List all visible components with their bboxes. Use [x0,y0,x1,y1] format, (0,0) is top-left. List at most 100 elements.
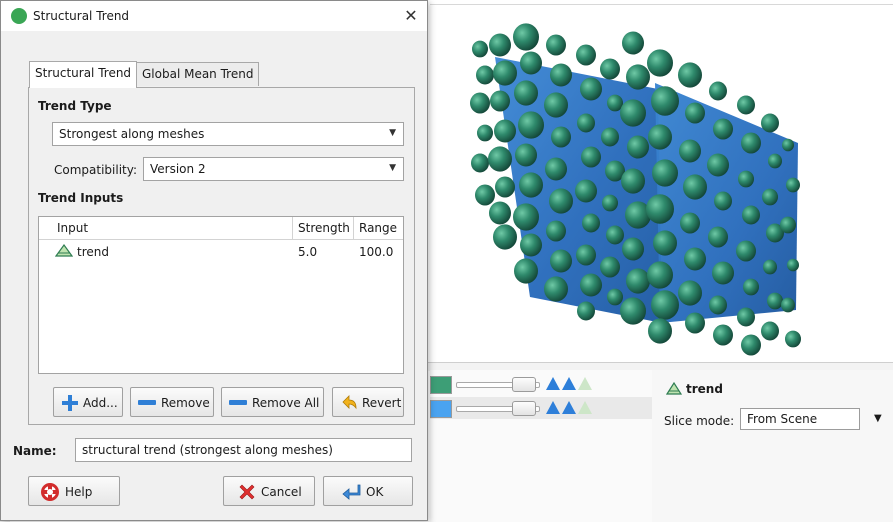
sphere-marker [471,153,489,173]
sphere-marker [646,194,674,224]
column-header-input[interactable]: Input [57,221,88,235]
sphere-marker [602,194,618,212]
sphere-marker [477,124,493,142]
enter-arrow-icon [342,484,361,500]
sphere-marker [620,99,646,127]
sphere-marker [737,95,755,115]
table-header: Input Strength Range [39,217,403,240]
slice-mode-select[interactable]: From Scene [740,408,860,430]
slider-thumb[interactable] [512,377,536,392]
trend-icon [666,382,682,395]
minus-icon [138,400,156,405]
sphere-marker [683,174,707,200]
sphere-marker [513,23,539,51]
sphere-marker [520,51,542,75]
table-row[interactable]: trend 5.0 100.0 [39,241,403,261]
sphere-marker [576,44,596,66]
remove-button-label: Remove [161,396,210,410]
sphere-marker [495,176,515,198]
view-icon[interactable] [562,377,576,390]
title-bar[interactable]: Structural Trend ✕ [1,1,427,31]
color-swatch[interactable] [430,400,452,418]
sphere-marker [782,138,794,152]
sphere-marker [550,249,572,273]
sphere-marker [621,168,645,194]
view-icon[interactable] [562,401,576,414]
sphere-marker [519,172,543,198]
close-button[interactable]: ✕ [399,4,423,28]
cancel-button-label: Cancel [261,485,302,499]
name-input[interactable]: structural trend (strongest along meshes… [75,438,412,462]
structural-trend-dialog: Structural Trend ✕ Structural Trend Glob… [0,0,428,521]
help-button[interactable]: Help [28,476,120,506]
sphere-marker [762,188,778,206]
column-header-range[interactable]: Range [359,221,397,235]
trend-type-select[interactable]: Strongest along meshes ▼ [52,122,404,146]
sphere-marker [647,49,673,77]
minus-icon [229,400,247,405]
cancel-button[interactable]: Cancel [223,476,315,506]
revert-button[interactable]: Revert [332,387,404,417]
sphere-marker [651,86,679,116]
view-icon[interactable] [578,401,592,414]
scene-canvas[interactable] [430,5,893,363]
sphere-marker [678,62,702,88]
dialog-title: Structural Trend [33,9,130,23]
plus-icon [62,395,78,411]
slice-mode-label: Slice mode: [664,414,735,428]
column-header-strength[interactable]: Strength [298,221,350,235]
tab-global-mean-trend[interactable]: Global Mean Trend [136,62,260,86]
sphere-marker [763,259,777,275]
sphere-marker [475,184,495,206]
sphere-marker [651,290,679,320]
chevron-down-icon[interactable]: ▼ [874,413,882,424]
add-button[interactable]: Add... [53,387,123,417]
view-icon[interactable] [546,377,560,390]
trend-type-heading: Trend Type [38,99,112,113]
sphere-marker [708,226,728,248]
ok-button-label: OK [366,485,384,499]
sphere-marker [626,64,650,90]
sphere-marker [493,224,517,250]
sphere-marker [544,92,568,118]
compatibility-select[interactable]: Version 2 ▼ [143,157,404,181]
sphere-marker [767,292,783,310]
properties-title-text: trend [686,382,723,396]
trend-inputs-table[interactable]: Input Strength Range trend 5.0 100.0 [38,216,404,374]
compatibility-value: Version 2 [150,162,206,176]
sphere-marker [600,58,620,80]
sphere-marker [514,80,538,106]
sphere-marker [490,90,510,112]
ok-button[interactable]: OK [323,476,413,506]
sphere-marker [761,113,779,133]
sphere-marker [684,247,706,271]
shape-row[interactable] [430,397,652,419]
view-icon[interactable] [578,377,592,390]
remove-all-button[interactable]: Remove All [221,387,324,417]
sphere-marker [685,102,705,124]
sphere-marker [647,261,673,289]
sphere-marker [781,297,795,313]
3d-scene-view[interactable] [430,4,893,363]
sphere-marker [737,307,755,327]
sphere-marker [622,237,644,261]
sphere-marker [607,94,623,112]
sphere-marker [712,261,734,285]
sphere-marker [768,153,782,169]
view-icon[interactable] [546,401,560,414]
input-name-cell: trend [77,245,109,259]
compatibility-label: Compatibility: [54,163,138,177]
sphere-marker [601,127,619,147]
remove-all-button-label: Remove All [252,396,320,410]
sphere-marker [550,63,572,87]
sphere-marker [518,111,544,139]
slider-thumb[interactable] [512,401,536,416]
sphere-marker [494,119,516,143]
shape-row[interactable] [430,373,652,395]
remove-button[interactable]: Remove [130,387,214,417]
sphere-marker [714,191,732,211]
tab-structural-trend[interactable]: Structural Trend [29,61,138,88]
sphere-marker [713,118,733,140]
sphere-marker [546,34,566,56]
color-swatch[interactable] [430,376,452,394]
